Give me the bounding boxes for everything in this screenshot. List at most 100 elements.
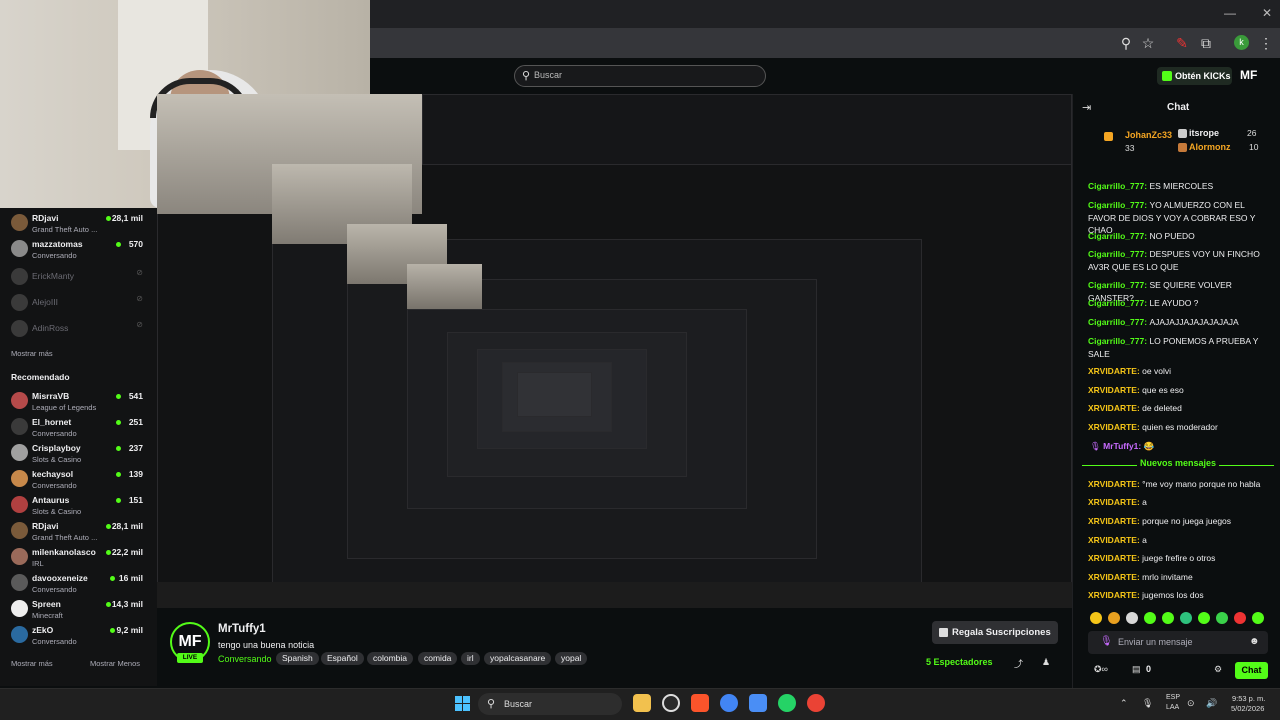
channel-category: Conversando [32,481,77,490]
search-placeholder: Buscar [534,70,563,80]
sidebar-item-recommended[interactable]: RDjavi Grand Theft Auto ... 28,1 mil [0,518,157,544]
leader-name: JohanZc33 [1125,130,1173,140]
close-icon[interactable]: ✕ [1262,6,1272,20]
avatar [11,268,28,285]
chrome-icon[interactable] [720,694,738,712]
gift-icon [939,628,948,637]
channel-name: Spreen [32,599,61,609]
minimize-icon[interactable]: — [1224,6,1236,20]
microphone-icon[interactable]: 🎙 [1142,698,1153,709]
tray-chevron-icon[interactable]: ⌃ [1120,698,1128,709]
tag-chip[interactable]: colombia [367,652,414,665]
clock-time[interactable]: 9:53 p. m. [1232,694,1265,703]
emote-bar [1088,612,1268,626]
channel-points-icon[interactable]: ✪∞ [1094,664,1108,675]
emote-icon[interactable] [1144,612,1156,624]
avatar [11,240,28,257]
live-badge: LIVE [177,653,203,663]
stream-category[interactable]: Conversando [218,654,272,664]
emote-icon[interactable] [1216,612,1228,624]
channel-category: League of Legends [32,403,97,412]
sidebar-item-recommended[interactable]: Spreen Minecraft 14,3 mil [0,596,157,622]
show-more-button[interactable]: Mostrar más [11,659,53,668]
emote-icon[interactable] [1252,612,1264,624]
viewer-count: 570 [128,239,143,249]
channel-name: El_hornet [32,417,72,427]
language-indicator[interactable]: ESP [1166,694,1180,701]
bookmark-star-icon[interactable]: ☆ [1140,35,1156,51]
new-messages-divider[interactable]: Nuevos mensajes [1082,458,1274,472]
sidebar-item-recommended[interactable]: El_hornet Conversando 251 [0,414,157,440]
taskbar-search[interactable] [478,693,622,715]
sidebar-item-following[interactable]: mazzatomas Conversando 570 [0,236,157,262]
emote-icon[interactable] [1126,612,1138,624]
sidebar-item-recommended[interactable]: davooxeneize Conversando 16 mil [0,570,157,596]
tag-chip[interactable]: Español [321,652,364,665]
tag-chip[interactable]: Spanish [276,652,319,665]
channel-name: ErickManty [32,271,75,281]
emote-icon[interactable] [1162,612,1174,624]
chat-settings-icon[interactable]: ⚙ [1214,664,1222,675]
share-icon[interactable]: ⤴ [1014,657,1023,670]
streamer-name[interactable]: MrTuffy1 [218,623,266,635]
collapse-chat-icon[interactable]: ⇥ [1082,101,1091,114]
show-more-button[interactable]: Mostrar más [11,349,53,358]
microphone-icon[interactable]: 🎙 [1100,636,1113,647]
whatsapp-icon[interactable] [778,694,796,712]
chat-message: XRVIDARTE: a [1088,497,1147,507]
avatar [11,214,28,231]
emote-icon[interactable] [1108,612,1120,624]
stream-video-player[interactable] [157,94,1072,608]
live-dot [116,242,121,247]
send-chat-button[interactable]: Chat [1235,662,1268,679]
avatar [11,574,28,591]
nested-frame [517,372,592,417]
tag-chip[interactable]: yopalcasanare [484,652,552,665]
sidebar-item-following[interactable]: ErickManty ⊘ [0,264,157,290]
emoji-picker-icon[interactable]: ☻ [1249,636,1260,647]
obs-icon[interactable] [662,694,680,712]
extensions-puzzle-icon[interactable]: ⧉ [1198,35,1214,51]
channel-name: milenkanolasco [32,547,96,557]
network-icon[interactable]: ⊙ [1187,698,1195,709]
viewer-count: 151 [128,495,143,505]
volume-icon[interactable]: 🔊 [1206,698,1217,709]
zoom-icon[interactable]: ⚲ [1118,35,1134,51]
tag-chip[interactable]: irl [461,652,480,665]
profile-avatar[interactable]: k [1234,35,1249,50]
viewer-count: 139 [128,469,143,479]
windows-start-icon[interactable] [455,696,471,712]
emote-icon[interactable] [1180,612,1192,624]
leader-count: 26 [1247,128,1257,138]
extension-red-icon[interactable]: ✎ [1174,35,1190,51]
show-less-button[interactable]: Mostrar Menos [90,659,140,668]
emote-icon[interactable] [1198,612,1210,624]
avatar [11,444,28,461]
tag-chip[interactable]: yopal [555,652,588,665]
sidebar-item-recommended[interactable]: Crisplayboy Slots & Casino 237 [0,440,157,466]
live-dot [116,394,121,399]
sidebar-item-following[interactable]: AdinRoss ⊘ [0,316,157,342]
notepad-icon[interactable] [749,694,767,712]
gift-subs-button[interactable]: Regala Suscripciones [932,621,1058,644]
chat-title: Chat [1167,102,1190,113]
chat-message: XRVIDARTE: juege frefire o otros [1088,553,1216,563]
sidebar-item-following[interactable]: AlejoIII ⊘ [0,290,157,316]
brave-icon[interactable] [691,694,709,712]
clock-date[interactable]: 5/02/2026 [1231,704,1264,713]
tag-chip[interactable]: comida [418,652,458,665]
emote-icon[interactable] [1234,612,1246,624]
chrome-icon[interactable] [807,694,825,712]
channel-category: Grand Theft Auto ... [32,225,98,234]
sidebar-item-recommended[interactable]: kechaysol Conversando 139 [0,466,157,492]
sidebar-item-recommended[interactable]: Antaurus Slots & Casino 151 [0,492,157,518]
user-logo[interactable]: MF [1240,68,1257,82]
file-explorer-icon[interactable] [633,694,651,712]
sidebar-item-recommended[interactable]: MisrraVB League of Legends 541 [0,388,157,414]
browser-menu-icon[interactable]: ⋮ [1258,35,1274,51]
follow-icon[interactable]: ♟ [1042,657,1050,668]
emote-icon[interactable] [1090,612,1102,624]
sidebar-item-recommended[interactable]: milenkanolasco IRL 22,2 mil [0,544,157,570]
sidebar-item-recommended[interactable]: zEkO Conversando 9,2 mil [0,622,157,648]
sidebar-item-following[interactable]: RDjavi Grand Theft Auto ... 28,1 mil [0,210,157,236]
